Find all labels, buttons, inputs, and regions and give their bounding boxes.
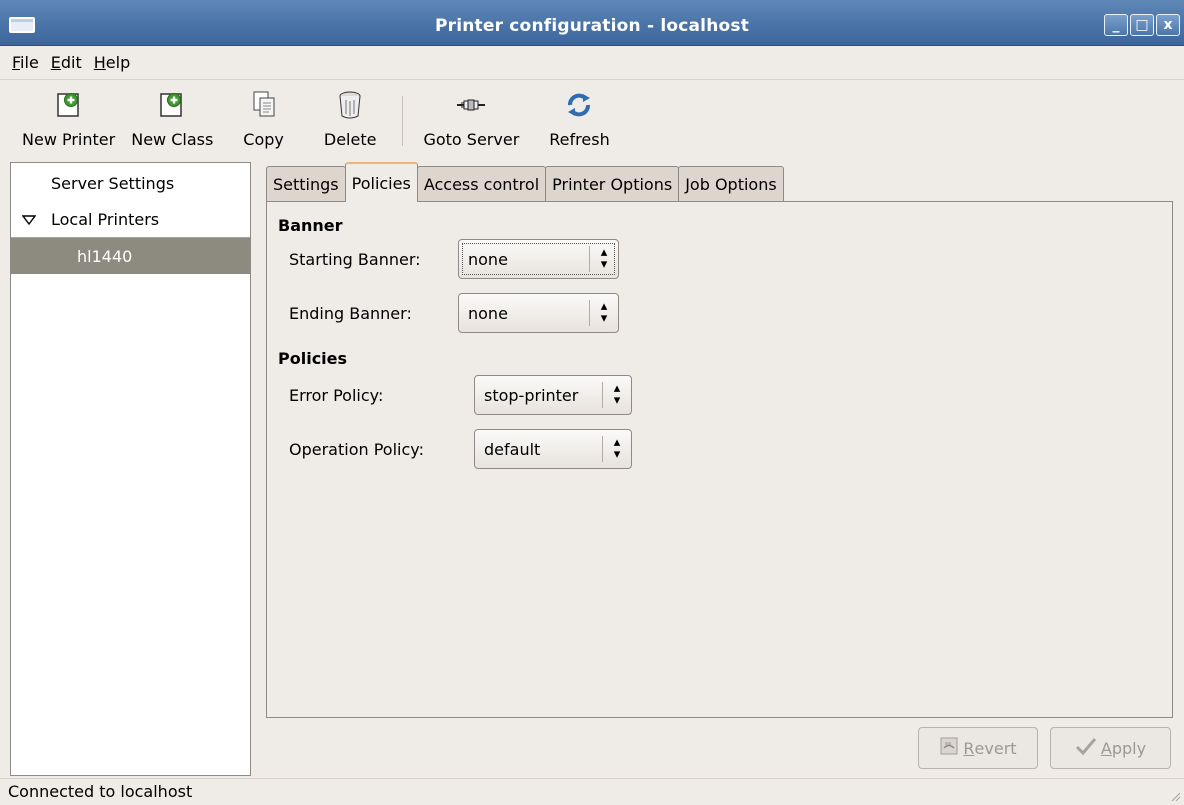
operation-policy-label: Operation Policy:: [289, 440, 424, 459]
tree-item-local-printers[interactable]: Local Printers: [11, 201, 250, 237]
title-bar[interactable]: Printer configuration - localhost _ □ x: [0, 0, 1184, 46]
ending-banner-label: Ending Banner:: [289, 304, 412, 323]
checkmark-icon: [1075, 736, 1097, 760]
new-class-icon: [152, 90, 192, 120]
minimize-button[interactable]: _: [1104, 14, 1128, 36]
tab-bar: Settings Policies Access control Printer…: [266, 162, 784, 202]
window-title: Printer configuration - localhost: [434, 16, 750, 36]
copy-button[interactable]: Copy: [243, 82, 284, 149]
goto-server-button[interactable]: Goto Server: [423, 82, 519, 149]
toolbar: New Printer New Class Copy Delete Goto S…: [0, 82, 1184, 160]
tab-settings[interactable]: Settings: [266, 166, 346, 202]
connect-icon: [451, 90, 491, 120]
refresh-icon: [559, 90, 599, 120]
tree-item-printer-hl1440[interactable]: hl1440: [11, 237, 250, 274]
revert-icon: [939, 736, 959, 760]
toolbar-separator: [402, 96, 404, 146]
resize-grip-icon[interactable]: [1169, 790, 1181, 802]
printer-tree[interactable]: Server Settings Local Printers hl1440: [10, 162, 251, 776]
new-printer-button[interactable]: New Printer: [22, 82, 115, 149]
new-class-button[interactable]: New Class: [131, 82, 213, 149]
tab-policies[interactable]: Policies: [344, 162, 418, 202]
banner-section-heading: Banner: [278, 216, 343, 235]
close-button[interactable]: x: [1156, 14, 1180, 36]
maximize-button[interactable]: □: [1130, 14, 1154, 36]
tree-item-server-settings[interactable]: Server Settings: [11, 165, 250, 201]
tab-job-options[interactable]: Job Options: [678, 166, 784, 202]
tab-printer-options[interactable]: Printer Options: [545, 166, 680, 202]
ending-banner-select[interactable]: none ▴ ▾: [458, 293, 619, 333]
copy-icon: [244, 90, 284, 120]
menu-help[interactable]: Help: [88, 49, 136, 76]
expander-triangle-icon[interactable]: [21, 211, 37, 230]
trash-icon: [330, 90, 370, 120]
tab-access-control[interactable]: Access control: [416, 166, 547, 202]
policies-section-heading: Policies: [278, 349, 348, 368]
status-text: Connected to localhost: [8, 782, 193, 801]
new-printer-icon: [49, 90, 89, 120]
starting-banner-select[interactable]: none ▴ ▾: [458, 239, 619, 279]
apply-button[interactable]: Apply: [1050, 727, 1171, 769]
menu-edit[interactable]: Edit: [45, 49, 88, 76]
delete-button[interactable]: Delete: [324, 82, 376, 149]
updown-arrow-icon: ▴ ▾: [613, 435, 621, 462]
updown-arrow-icon: ▴ ▾: [613, 381, 621, 408]
refresh-button[interactable]: Refresh: [549, 82, 610, 149]
error-policy-select[interactable]: stop-printer ▴ ▾: [474, 375, 632, 415]
operation-policy-select[interactable]: default ▴ ▾: [474, 429, 632, 469]
policies-panel: Banner Starting Banner: none ▴ ▾ Ending B…: [266, 201, 1173, 718]
revert-button[interactable]: Revert: [918, 727, 1038, 769]
menu-file[interactable]: File: [6, 49, 45, 76]
updown-arrow-icon: ▴ ▾: [600, 299, 608, 326]
starting-banner-label: Starting Banner:: [289, 250, 421, 269]
menu-bar: File Edit Help: [0, 46, 1184, 80]
status-bar: Connected to localhost: [0, 778, 1184, 805]
error-policy-label: Error Policy:: [289, 386, 384, 405]
